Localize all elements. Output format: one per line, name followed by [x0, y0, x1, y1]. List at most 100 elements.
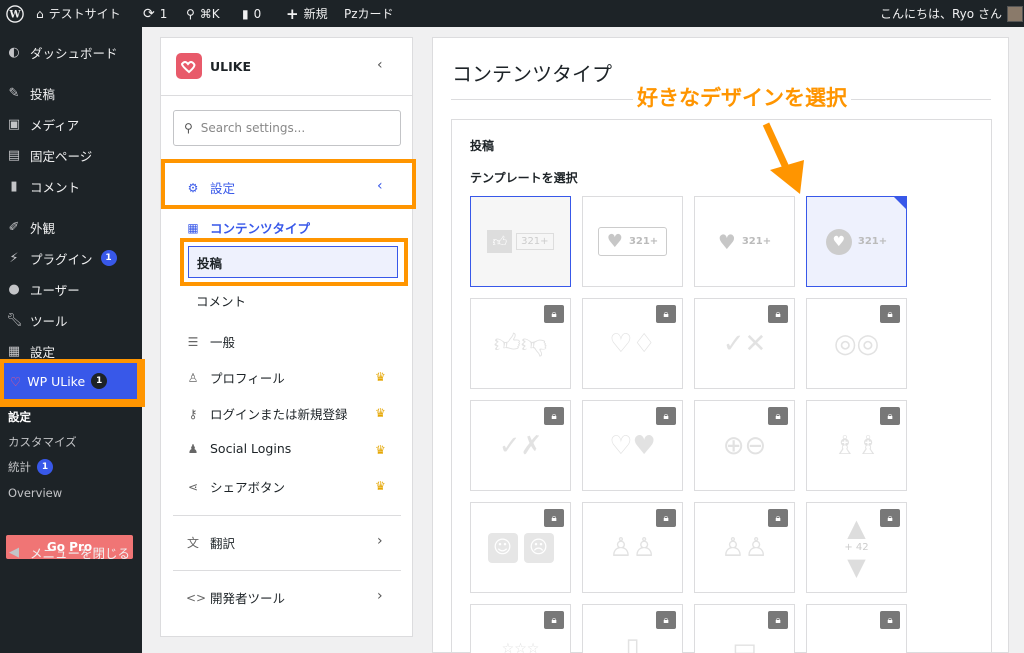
new-label: 新規 [303, 7, 328, 21]
arrow-up-icon: ▲ [847, 514, 866, 542]
translate-label: 翻訳 [210, 536, 236, 551]
wordpress-logo-icon[interactable]: W [6, 0, 24, 27]
search-settings-input[interactable]: ⚲ Search settings... [173, 110, 401, 146]
nav-general[interactable]: ☰ 一般 [186, 332, 235, 351]
template-tile-locked[interactable]: 🔒︎ ▭ [694, 604, 795, 653]
nav-profile[interactable]: ♙ プロフィール [186, 368, 285, 387]
nav-comments[interactable]: コメント [196, 291, 246, 310]
nav-content-types[interactable]: ▦ コンテンツタイプ [186, 218, 310, 237]
template-tile-locked[interactable]: 🔒︎ ♡♥ [582, 400, 683, 491]
ulike-logo-icon [176, 53, 202, 79]
template-tile-locked[interactable]: 🔒︎ ♡♢ [582, 298, 683, 389]
new-content-link[interactable]: + 新規 [286, 0, 328, 27]
template-tile-locked[interactable]: 🔒︎ ☆☆☆ [470, 604, 571, 653]
collapse-menu-button[interactable]: ◀ メニューを閉じる [0, 541, 142, 563]
menu-item-plugins[interactable]: ⚡ プラグイン 1 [0, 247, 142, 269]
refresh-icon: ⟳ [143, 5, 155, 22]
template-tile-sparkle-heart[interactable]: ♥ 321+ [694, 196, 795, 287]
menu-item-media[interactable]: ▣ メディア [0, 113, 142, 135]
heart-icon: ♥ 321+ [597, 227, 668, 256]
crown-icon: ♛ [375, 479, 386, 493]
template-tile-locked[interactable]: 🔒︎ ⊕⊖ [694, 400, 795, 491]
profile-label: プロフィール [210, 371, 285, 386]
gear-icon: ⚙ [187, 180, 199, 195]
menu-item-comments[interactable]: ▮ コメント [0, 175, 142, 197]
ribbon-icon: ♡♢ [609, 328, 656, 359]
ball-icon: ◎◎ [833, 328, 880, 359]
collapse-panel-chevron-icon[interactable]: ‹ [377, 57, 383, 73]
svg-text:W: W [8, 9, 21, 20]
media-icon: ▣ [7, 116, 21, 132]
developer-chevron-icon: › [377, 588, 383, 604]
thumbs-up-icon: 👍︎ [487, 230, 513, 253]
account-menu[interactable]: こんにちは、Ryo さん [880, 0, 1023, 27]
template-tile-locked[interactable]: 🔒︎ ♙♙ [582, 502, 683, 593]
template-tile-locked[interactable]: 🔒︎ ♗♗ [806, 400, 907, 491]
search-placeholder: Search settings... [200, 121, 306, 135]
nav-posts[interactable]: 投稿 [188, 246, 398, 278]
translate-chevron-icon: › [377, 533, 383, 549]
site-name-link[interactable]: ⌂ テストサイト [36, 0, 121, 27]
menu-item-tools[interactable]: 🔧︎ ツール [0, 309, 142, 331]
counter-label: + 42 [844, 542, 869, 553]
plus-icon: + [286, 4, 299, 23]
user-icon: ● [8, 281, 20, 297]
template-tile-locked[interactable]: 🔒︎ [806, 604, 907, 653]
menu-item-pages[interactable]: ▤ 固定ページ [0, 144, 142, 166]
updates-count: 1 [159, 6, 168, 21]
template-tile-thumbs[interactable]: 👍︎ 321+ [470, 196, 571, 287]
stars-icon: ☆☆☆ [501, 641, 540, 653]
gamepad-icon: ▭ [732, 633, 757, 653]
posts-label: 投稿 [197, 255, 223, 271]
search-shortcut: ⌘K [199, 6, 220, 21]
menu-label: 設定 [30, 344, 56, 360]
template-tile-locked[interactable]: 🔒︎ ✓✗ [470, 400, 571, 491]
submenu-stats[interactable]: 統計 1 [8, 459, 53, 475]
check-cross-icon: ✓✕ [722, 328, 767, 359]
check-cross-circle-icon: ✓✗ [498, 430, 543, 461]
wp-ulike-badge: 1 [91, 373, 108, 389]
submenu-customize[interactable]: カスタマイズ [8, 434, 77, 450]
person-icon: ♙ [187, 370, 199, 385]
menu-item-posts[interactable]: ✎ 投稿 [0, 82, 142, 104]
template-tile-heart[interactable]: ♥ 321+ [582, 196, 683, 287]
template-tile-locked[interactable]: 🔒︎ ◎◎ [806, 298, 907, 389]
share-label: シェアボタン [210, 480, 286, 495]
template-tile-locked[interactable]: 🔒︎ ☺ ☹ [470, 502, 571, 593]
pz-card-link[interactable]: Pzカード [344, 0, 394, 27]
submenu-overview[interactable]: Overview [8, 486, 62, 500]
nav-share[interactable]: ⋖ シェアボタン [186, 477, 285, 496]
template-tile-circle-heart[interactable]: ♥ 321+ [806, 196, 907, 287]
submenu-settings[interactable]: 設定 [8, 409, 31, 425]
template-label: テンプレートを選択 [470, 171, 578, 185]
template-tile-locked[interactable]: 🔒︎ ♙♙ [694, 502, 795, 593]
submenu-label: カスタマイズ [8, 435, 77, 449]
menu-label: メディア [30, 117, 80, 133]
annotation-arrow-icon [762, 122, 804, 194]
pin-icon: ✎ [8, 85, 20, 101]
nav-login[interactable]: ⚷ ログインまたは新規登録 [186, 404, 348, 423]
annotation-text: 好きなデザインを選択 [633, 82, 851, 112]
nav-social-logins[interactable]: ♟ Social Logins [186, 441, 292, 456]
content-area: コンテンツタイプ 投稿 テンプレートを選択 👍︎ 321+ ♥ 321+ ♥ 321+… [432, 37, 1009, 653]
nav-developer[interactable]: <> 開発者ツール [186, 588, 285, 607]
menu-item-appearance[interactable]: ✐ 外観 [0, 216, 142, 238]
menu-item-wp-ulike[interactable]: ♡ WP ULike 1 [0, 359, 145, 407]
logo-text: ULIKE [210, 58, 251, 74]
home-icon: ⌂ [36, 6, 44, 21]
menu-item-users[interactable]: ● ユーザー [0, 278, 142, 300]
template-tile-locked[interactable]: 🔒︎ 👍︎👎︎ [470, 298, 571, 389]
template-tile-locked[interactable]: 🔒︎ ▲ + 42 ▼ [806, 502, 907, 593]
nav-translate[interactable]: 文翻訳 [186, 533, 235, 552]
up-down-counter: ▲ + 42 ▼ [807, 503, 906, 592]
admin-sidebar: ◐ ダッシュボード ✎ 投稿 ▣ メディア ▤ 固定ページ ▮ コメント ✐ 外観 ⚡ プラグ… [0, 27, 142, 653]
command-palette-link[interactable]: ⚲ ⌘K [186, 0, 220, 27]
menu-item-dashboard[interactable]: ◐ ダッシュボード [0, 41, 142, 63]
comments-link[interactable]: ▮ 0 [242, 0, 261, 27]
page-title: コンテンツタイプ [452, 62, 612, 86]
content-types-label: コンテンツタイプ [210, 221, 311, 236]
template-tile-locked[interactable]: 🔒︎ ▯ [582, 604, 683, 653]
template-tile-locked[interactable]: 🔒︎ ✓✕ [694, 298, 795, 389]
updates-link[interactable]: ⟳ 1 [143, 0, 167, 27]
nav-settings[interactable]: ⚙ 設定 [186, 178, 235, 197]
